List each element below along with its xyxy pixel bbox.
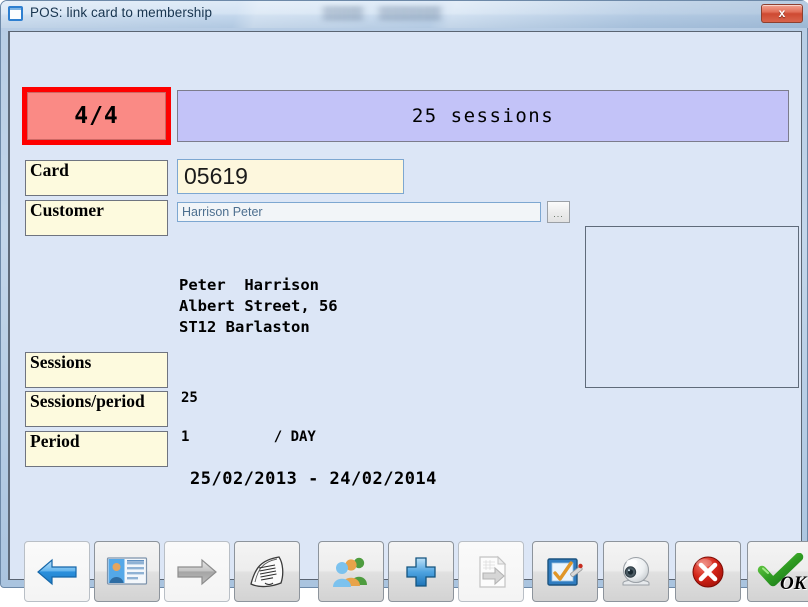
customer-photo-placeholder: [585, 226, 799, 388]
next-button[interactable]: [164, 541, 230, 602]
period-value: 25/02/2013 - 24/02/2014: [190, 469, 437, 489]
previous-button[interactable]: [24, 541, 90, 602]
ok-button-label: OK: [780, 573, 807, 594]
clipboard-check-icon: [533, 542, 597, 601]
customer-label: Customer: [25, 200, 168, 236]
window-title: POS: link card to membership: [30, 5, 213, 20]
sessions-value: 25: [181, 390, 198, 406]
period-label: Period: [25, 431, 168, 467]
customer-picker-button[interactable]: ...: [547, 201, 570, 223]
customer-address: Peter Harrison Albert Street, 56 ST12 Ba…: [179, 276, 338, 336]
blurred-title-overlay: [319, 6, 445, 21]
sessions-banner-label: 25 sessions: [411, 105, 555, 127]
webcam-button[interactable]: [603, 541, 669, 602]
people-group-icon: [319, 542, 383, 601]
toolbar: OK: [24, 541, 808, 607]
newspaper-icon: [235, 542, 299, 601]
export-button[interactable]: [458, 541, 524, 602]
session-counter-value: 4/4: [74, 103, 119, 129]
window-icon: [8, 6, 23, 21]
card-input[interactable]: [177, 159, 404, 194]
webcam-icon: [604, 542, 668, 601]
sessions-per-period-label: Sessions/period: [25, 391, 168, 427]
members-button[interactable]: [318, 541, 384, 602]
add-button[interactable]: [388, 541, 454, 602]
client-area: 4/4 25 sessions Card Customer Sessions S…: [8, 31, 808, 602]
print-button[interactable]: [234, 541, 300, 602]
customer-card-button[interactable]: [94, 541, 160, 602]
red-x-circle-icon: [676, 542, 740, 601]
export-document-icon: [459, 542, 523, 601]
application-window: POS: link card to membership x 4/4 25 se…: [0, 0, 808, 602]
arrow-left-blue-icon: [25, 542, 89, 601]
sessions-per-period-value: 1 / DAY: [181, 429, 316, 445]
title-bar: POS: link card to membership x: [1, 1, 808, 28]
cancel-button[interactable]: [675, 541, 741, 602]
sessions-banner: 25 sessions: [177, 90, 789, 142]
ok-button[interactable]: OK: [747, 541, 808, 602]
session-counter-badge: 4/4: [22, 87, 171, 145]
checklist-button[interactable]: [532, 541, 598, 602]
arrow-right-gray-icon: [165, 542, 229, 601]
customer-input[interactable]: [177, 202, 541, 222]
card-label: Card: [25, 160, 168, 196]
contact-card-icon: [95, 542, 159, 601]
sessions-label: Sessions: [25, 352, 168, 388]
plus-blue-icon: [389, 542, 453, 601]
close-icon[interactable]: x: [761, 4, 803, 23]
